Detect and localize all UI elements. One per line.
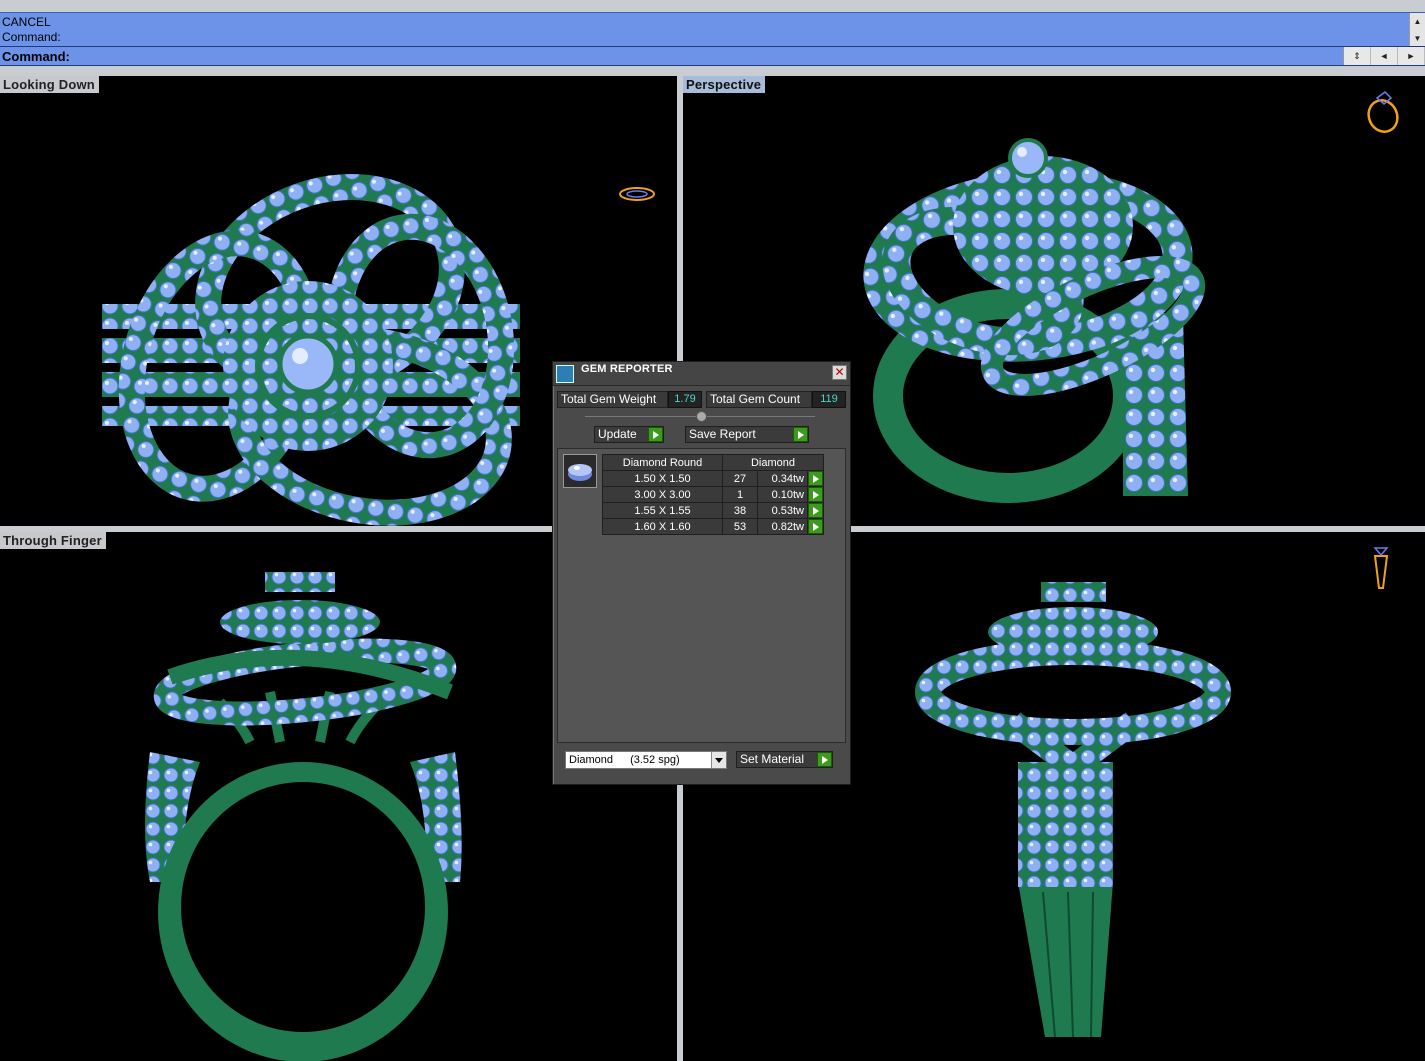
select-row-button[interactable]	[807, 470, 824, 487]
update-button-label: Update	[598, 427, 637, 441]
scroll-up-icon[interactable]: ▲	[1410, 13, 1425, 30]
gem-reporter-dialog: GEM REPORTER ✕ Total Gem Weight 1.79 Tot…	[552, 361, 851, 785]
play-arrow-icon	[808, 503, 823, 518]
play-arrow-icon	[808, 487, 823, 502]
update-button[interactable]: Update	[594, 426, 664, 443]
gem-weight: 0.34tw	[757, 470, 808, 487]
ring-orientation-icon[interactable]	[1363, 86, 1403, 136]
history-line: CANCEL	[2, 15, 51, 29]
gem-count: 1	[722, 486, 758, 503]
dialog-title: GEM REPORTER	[581, 363, 673, 375]
table-row: 1.50 X 1.50 27 0.34tw	[602, 470, 824, 487]
gem-count: 27	[722, 470, 758, 487]
save-report-button[interactable]: Save Report	[685, 426, 809, 443]
play-arrow-icon	[793, 427, 808, 442]
table-row: 3.00 X 3.00 1 0.10tw	[602, 486, 824, 503]
gem-icon[interactable]	[563, 454, 597, 488]
collapse-handle[interactable]	[696, 411, 707, 422]
history-scrollbar[interactable]: ▲ ▼	[1409, 13, 1425, 47]
total-gem-weight-value: 1.79	[668, 391, 702, 408]
select-row-button[interactable]	[807, 502, 824, 519]
dropdown-arrow-icon[interactable]	[711, 752, 726, 768]
left-arrow-icon[interactable]: ◄	[1371, 47, 1398, 65]
total-gem-count-label: Total Gem Count	[706, 391, 812, 408]
play-arrow-icon	[817, 752, 832, 767]
gem-table: Diamond Round Diamond 1.50 X 1.50 27 0.3…	[602, 454, 824, 535]
gem-size: 1.55 X 1.55	[602, 502, 723, 519]
gem-shape-header: Diamond Round	[602, 454, 723, 471]
play-arrow-icon	[648, 427, 663, 442]
gem-count: 53	[722, 518, 758, 535]
play-arrow-icon	[808, 471, 823, 486]
gem-size: 1.60 X 1.60	[602, 518, 723, 535]
spin-icon[interactable]: ⇕	[1344, 47, 1371, 65]
gem-reporter-icon	[556, 365, 574, 383]
gem-weight: 0.53tw	[757, 502, 808, 519]
viewport-label[interactable]: Looking Down	[0, 76, 99, 93]
matrix-cad-window: CANCEL Command: ▲ ▼ Command: ⇕ ◄ ► Looki…	[0, 0, 1425, 1061]
command-line: Command: ⇕ ◄ ►	[0, 46, 1425, 66]
command-prompt-label: Command:	[2, 49, 70, 64]
gem-size: 1.50 X 1.50	[602, 470, 723, 487]
close-icon[interactable]: ✕	[832, 365, 847, 380]
gem-weight: 0.82tw	[757, 518, 808, 535]
command-controls: ⇕ ◄ ►	[1343, 47, 1425, 65]
material-name: Diamond	[569, 754, 614, 766]
select-row-button[interactable]	[807, 486, 824, 503]
set-material-button-label: Set Material	[740, 752, 805, 766]
gem-material-header: Diamond	[722, 454, 824, 471]
right-arrow-icon[interactable]: ►	[1398, 47, 1425, 65]
ring-orientation-icon[interactable]	[618, 184, 658, 204]
set-material-button[interactable]: Set Material	[736, 751, 833, 768]
gem-size: 3.00 X 3.00	[602, 486, 723, 503]
material-select[interactable]: Diamond (3.52 spg)	[565, 751, 727, 769]
material-sg: (3.52 spg)	[630, 754, 680, 766]
gem-weight: 0.10tw	[757, 486, 808, 503]
save-report-button-label: Save Report	[689, 427, 756, 441]
command-input[interactable]	[74, 48, 1334, 64]
viewport-label[interactable]: Perspective	[683, 76, 766, 93]
gem-count: 38	[722, 502, 758, 519]
history-line: Command:	[2, 30, 61, 44]
select-row-button[interactable]	[807, 518, 824, 535]
total-gem-weight-label: Total Gem Weight	[557, 391, 668, 408]
gem-list-panel: Diamond Round Diamond 1.50 X 1.50 27 0.3…	[557, 448, 846, 743]
total-gem-count-value: 119	[812, 391, 846, 408]
table-row: 1.55 X 1.55 38 0.53tw	[602, 502, 824, 519]
dialog-titlebar[interactable]: GEM REPORTER ✕	[553, 362, 850, 386]
viewport-label[interactable]: Through Finger	[0, 532, 106, 549]
command-history: CANCEL Command: ▲ ▼	[0, 12, 1425, 47]
table-row: 1.60 X 1.60 53 0.82tw	[602, 518, 824, 535]
play-arrow-icon	[808, 519, 823, 534]
scroll-down-icon[interactable]: ▼	[1410, 30, 1425, 47]
ring-orientation-icon[interactable]	[1369, 542, 1393, 592]
